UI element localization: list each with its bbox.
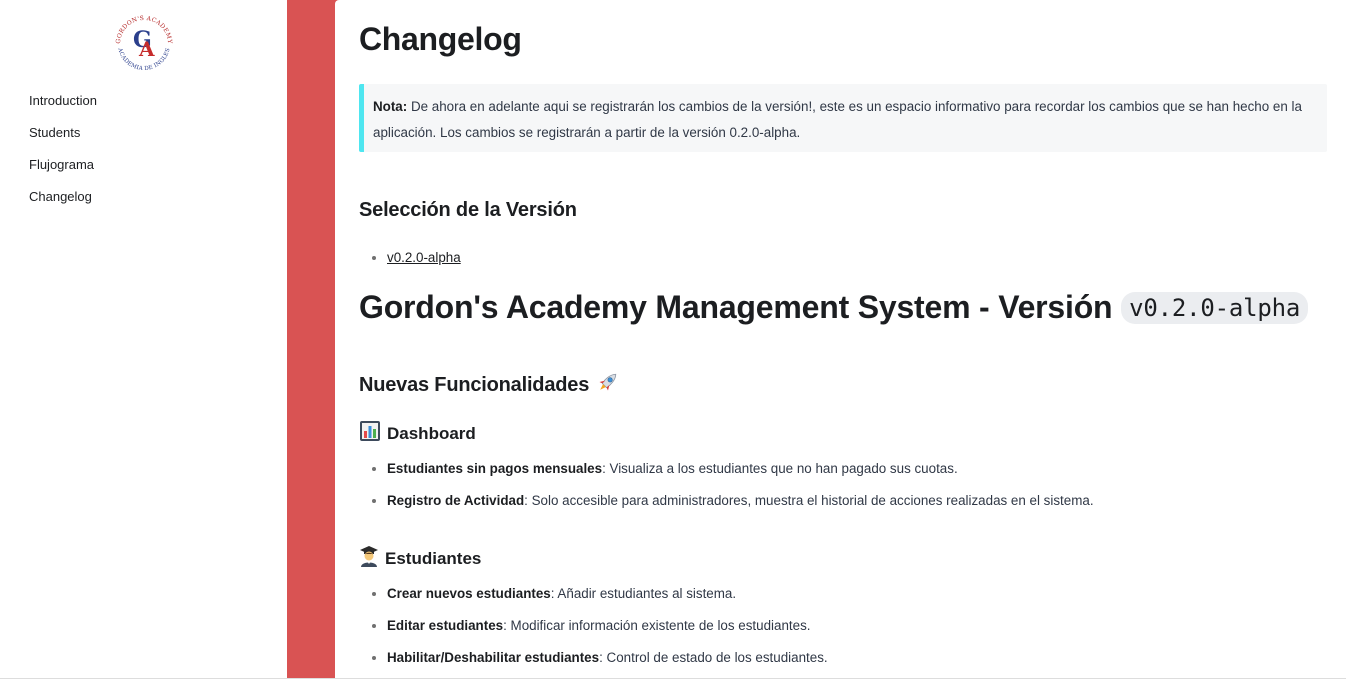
sidebar-item-changelog[interactable]: Changelog (29, 188, 97, 220)
dashboard-feature-list: Estudiantes sin pagos mensuales: Visuali… (387, 458, 1094, 522)
feature-term: Habilitar/Deshabilitar estudiantes (387, 650, 600, 665)
academy-logo[interactable]: GORDON'S ACADEMY ACADEMIA DE INGLES G A (112, 14, 176, 72)
main-content: Changelog Nota: De ahora en adelante aqu… (359, 0, 1327, 681)
version-link[interactable]: v0.2.0-alpha (387, 250, 461, 265)
sidebar-item-label: Students (29, 125, 81, 140)
feature-desc: : Modificar información existente de los… (503, 618, 811, 633)
feature-desc: : Control de estado de los estudiantes. (599, 650, 828, 665)
note-label: Nota: (373, 99, 408, 114)
sidebar-nav: Introduction Students Flujograma Changel… (29, 92, 97, 220)
sidebar-item-introduction[interactable]: Introduction (29, 92, 97, 124)
new-features-text: Nuevas Funcionalidades (359, 374, 590, 396)
release-version-code: v0.2.0-alpha (1121, 292, 1309, 324)
feature-term: Registro de Actividad (387, 493, 525, 508)
feature-term: Estudiantes sin pagos mensuales (387, 461, 603, 476)
accent-band (287, 0, 339, 681)
students-heading-text: Estudiantes (385, 549, 482, 568)
new-features-heading: Nuevas Funcionalidades (359, 369, 621, 402)
list-item: Editar estudiantes: Modificar informació… (387, 615, 828, 637)
rocket-icon (595, 369, 621, 402)
feature-desc: : Añadir estudiantes al sistema. (550, 586, 737, 601)
students-heading: Estudiantes (359, 545, 481, 574)
feature-term: Crear nuevos estudiantes (387, 586, 551, 601)
release-title: Gordon's Academy Management System - Ver… (359, 286, 1309, 329)
sidebar-item-label: Changelog (29, 189, 92, 204)
list-item: Habilitar/Deshabilitar estudiantes: Cont… (387, 647, 828, 669)
release-title-text: Gordon's Academy Management System - Ver… (359, 289, 1113, 325)
feature-desc: : Solo accesible para administradores, m… (524, 493, 1094, 508)
list-item: Crear nuevos estudiantes: Añadir estudia… (387, 583, 828, 605)
page-title: Changelog (359, 21, 522, 57)
sidebar-item-flujograma[interactable]: Flujograma (29, 156, 97, 188)
svg-text:A: A (138, 37, 155, 61)
dashboard-heading: Dashboard (359, 420, 476, 449)
feature-desc: : Visualiza a los estudiantes que no han… (602, 461, 958, 476)
sidebar: GORDON'S ACADEMY ACADEMIA DE INGLES G A … (0, 0, 287, 681)
students-feature-list: Crear nuevos estudiantes: Añadir estudia… (387, 583, 828, 679)
note-admonition: Nota: De ahora en adelante aqui se regis… (359, 84, 1327, 152)
student-icon (359, 545, 379, 574)
list-item: Registro de Actividad: Solo accesible pa… (387, 490, 1094, 512)
dashboard-heading-text: Dashboard (387, 424, 476, 443)
bar-chart-icon (359, 420, 381, 449)
sidebar-item-label: Introduction (29, 93, 97, 108)
sidebar-item-students[interactable]: Students (29, 124, 97, 156)
list-item: v0.2.0-alpha (387, 247, 461, 269)
note-text: De ahora en adelante aqui se registrarán… (373, 99, 1302, 140)
sidebar-item-label: Flujograma (29, 157, 95, 172)
list-item: Estudiantes sin pagos mensuales: Visuali… (387, 458, 1094, 480)
feature-term: Editar estudiantes (387, 618, 504, 633)
version-list: v0.2.0-alpha (387, 247, 461, 269)
version-selection-heading: Selección de la Versión (359, 199, 577, 221)
